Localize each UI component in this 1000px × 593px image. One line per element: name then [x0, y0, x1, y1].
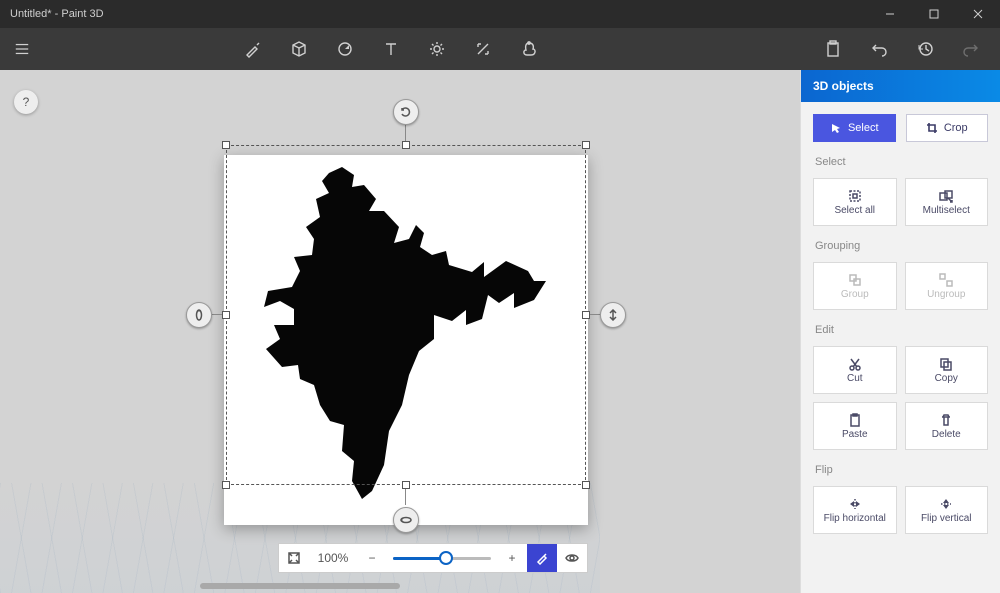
brushes-icon[interactable]: [244, 40, 262, 58]
resize-handle[interactable]: [222, 481, 230, 489]
resize-handle[interactable]: [402, 481, 410, 489]
help-button[interactable]: ?: [14, 90, 38, 114]
minimize-button[interactable]: [868, 0, 912, 28]
paste-button[interactable]: Paste: [813, 402, 897, 450]
copy-label: Copy: [935, 373, 958, 384]
cut-label: Cut: [847, 373, 863, 384]
zoom-out-button[interactable]: −: [357, 551, 387, 565]
effects-icon[interactable]: [428, 40, 446, 58]
selection-box[interactable]: [226, 145, 586, 515]
resize-handle[interactable]: [582, 311, 590, 319]
multiselect-button[interactable]: Multiselect: [905, 178, 989, 226]
panel-header: 3D objects: [801, 70, 1000, 102]
menu-button[interactable]: [0, 41, 44, 57]
resize-handle[interactable]: [402, 141, 410, 149]
tab-crop-label: Crop: [944, 122, 968, 134]
resize-handle[interactable]: [582, 481, 590, 489]
section-grouping-title: Grouping: [801, 238, 1000, 254]
flip-v-label: Flip vertical: [921, 513, 972, 524]
zoom-mode-button[interactable]: [527, 544, 557, 572]
section-flip-title: Flip: [801, 462, 1000, 478]
canvas-icon[interactable]: [474, 40, 492, 58]
3d-library-icon[interactable]: [520, 40, 538, 58]
zoom-value: 100%: [309, 551, 357, 565]
paste-label: Paste: [842, 429, 868, 440]
tab-select[interactable]: Select: [813, 114, 896, 142]
move-z-knob[interactable]: [600, 302, 626, 328]
zoom-in-button[interactable]: +: [497, 551, 527, 565]
3d-shapes-icon[interactable]: [290, 40, 308, 58]
rotate-y-knob[interactable]: [186, 302, 212, 328]
canvas-area[interactable]: ?: [0, 70, 800, 593]
redo-icon[interactable]: [962, 40, 980, 58]
section-edit-title: Edit: [801, 322, 1000, 338]
tab-select-label: Select: [848, 122, 879, 134]
flip-h-label: Flip horizontal: [824, 513, 886, 524]
paste-icon[interactable]: [824, 40, 842, 58]
select-all-label: Select all: [834, 205, 875, 216]
cut-button[interactable]: Cut: [813, 346, 897, 394]
section-select-title: Select: [801, 154, 1000, 170]
close-button[interactable]: [956, 0, 1000, 28]
delete-label: Delete: [932, 429, 961, 440]
history-icon[interactable]: [916, 40, 934, 58]
delete-button[interactable]: Delete: [905, 402, 989, 450]
resize-handle[interactable]: [582, 141, 590, 149]
flip-vertical-button[interactable]: Flip vertical: [905, 486, 989, 534]
group-button: Group: [813, 262, 897, 310]
select-all-button[interactable]: Select all: [813, 178, 897, 226]
window-title: Untitled* - Paint 3D: [10, 8, 104, 20]
multiselect-label: Multiselect: [923, 205, 970, 216]
text-icon[interactable]: [382, 40, 400, 58]
tab-crop[interactable]: Crop: [906, 114, 989, 142]
side-panel: 3D objects Select Crop Select Select all…: [800, 70, 1000, 593]
rotate-x-knob[interactable]: [393, 507, 419, 533]
view-mode-icon[interactable]: [557, 551, 587, 565]
copy-button[interactable]: Copy: [905, 346, 989, 394]
rotate-z-knob[interactable]: [393, 99, 419, 125]
zoom-slider[interactable]: [393, 557, 491, 560]
zoom-bar: 100% − +: [278, 543, 588, 573]
flip-horizontal-button[interactable]: Flip horizontal: [813, 486, 897, 534]
resize-handle[interactable]: [222, 141, 230, 149]
resize-handle[interactable]: [222, 311, 230, 319]
group-label: Group: [841, 289, 869, 300]
undo-icon[interactable]: [870, 40, 888, 58]
ungroup-button: Ungroup: [905, 262, 989, 310]
horizontal-scrollbar[interactable]: [200, 583, 400, 589]
fit-screen-icon[interactable]: [279, 551, 309, 565]
maximize-button[interactable]: [912, 0, 956, 28]
stickers-icon[interactable]: [336, 40, 354, 58]
ungroup-label: Ungroup: [927, 289, 965, 300]
